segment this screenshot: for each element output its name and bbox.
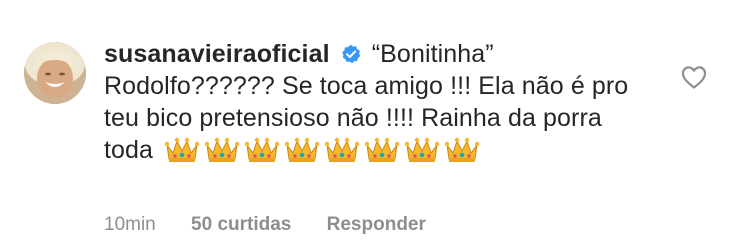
comment-body: susanavieiraoficial “Bonitinha” Rodolfo?… — [104, 38, 644, 172]
comment-time: 10min — [104, 214, 156, 235]
crown-emoji — [324, 137, 360, 162]
crown-emoji — [164, 137, 200, 162]
crown-emoji-group — [164, 136, 484, 172]
verified-badge-icon — [341, 44, 360, 64]
crown-emoji — [404, 137, 440, 162]
likes-count[interactable]: 50 curtidas — [191, 214, 291, 235]
reply-button[interactable]: Responder — [327, 214, 426, 235]
crown-emoji — [444, 137, 480, 162]
crown-emoji — [284, 137, 320, 162]
comment-username[interactable]: susanavieiraoficial — [104, 40, 330, 68]
avatar[interactable] — [24, 42, 86, 104]
comment-meta: 10min 50 curtidas Responder — [104, 214, 456, 236]
comment-text-block: susanavieiraoficial “Bonitinha” Rodolfo?… — [104, 38, 644, 172]
comment: susanavieiraoficial “Bonitinha” Rodolfo?… — [0, 0, 750, 249]
avatar-image — [24, 42, 86, 104]
heart-outline-icon[interactable] — [680, 64, 708, 90]
crown-emoji — [244, 137, 280, 162]
crown-emoji — [364, 137, 400, 162]
crown-emoji — [204, 137, 240, 162]
